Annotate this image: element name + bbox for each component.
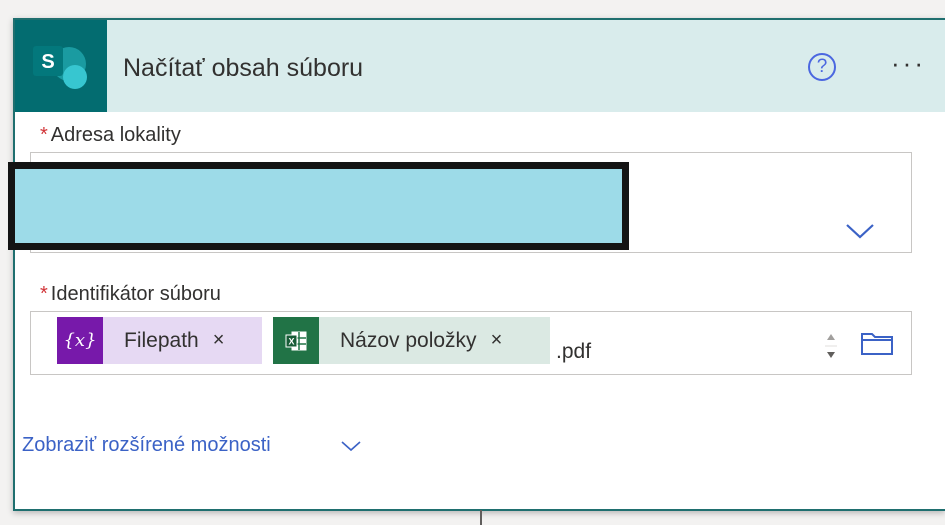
file-identifier-label: * Identifikátor súboru	[40, 283, 221, 306]
remove-token-icon[interactable]: ×	[213, 329, 225, 352]
token-label: Názov položky	[340, 328, 477, 352]
show-advanced-options-link[interactable]: Zobraziť rozšírené možnosti	[22, 434, 271, 457]
file-extension-text: .pdf	[556, 340, 592, 363]
remove-token-icon[interactable]: ×	[491, 329, 503, 352]
more-options-icon[interactable]: ···	[891, 48, 926, 79]
sharepoint-icon: S	[33, 46, 87, 89]
action-header[interactable]: S Načítať obsah súboru ? ···	[15, 20, 945, 112]
chevron-down-icon[interactable]	[340, 439, 362, 453]
logo-letter: S	[41, 51, 54, 73]
token-nazov-polozky[interactable]: X Názov položky ×	[273, 317, 550, 364]
svg-text:X: X	[288, 336, 294, 346]
flow-connector	[480, 510, 482, 525]
required-mark: *	[40, 283, 48, 305]
token-label: Filepath	[124, 328, 199, 352]
excel-icon: X	[273, 317, 319, 364]
site-address-label: * Adresa lokality	[40, 124, 181, 147]
spin-arrows-icon[interactable]	[824, 326, 838, 366]
site-address-label-text: Adresa lokality	[50, 124, 181, 146]
expression-icon: {x}	[57, 317, 103, 364]
action-title[interactable]: Načítať obsah súboru	[123, 54, 363, 83]
file-identifier-label-text: Identifikátor súboru	[50, 283, 221, 305]
chevron-down-icon[interactable]	[845, 222, 875, 240]
folder-icon[interactable]	[860, 330, 894, 356]
required-mark: *	[40, 124, 48, 146]
help-icon[interactable]: ?	[808, 53, 836, 81]
redacted-site-address	[8, 162, 629, 250]
token-filepath[interactable]: {x} Filepath ×	[57, 317, 262, 364]
sharepoint-logo: S	[15, 20, 107, 112]
